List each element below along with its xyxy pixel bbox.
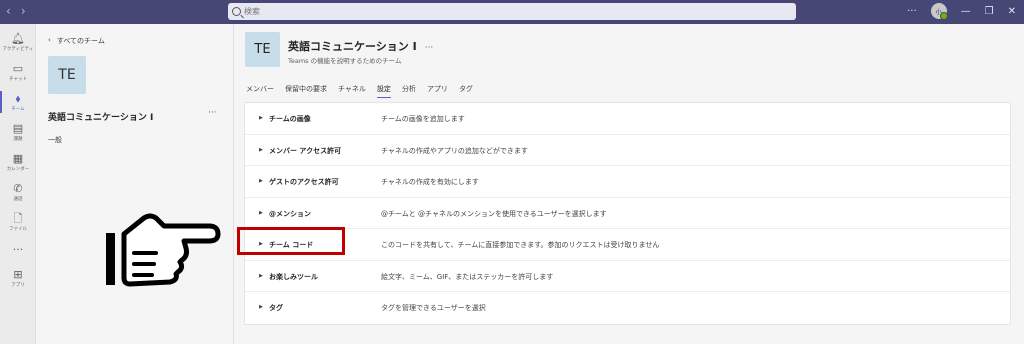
team-more-button[interactable]: ···	[208, 108, 217, 118]
settings-row-mentions[interactable]: ▶ @メンション @チームと @チャネルのメンションを使用できるユーザーを選択し…	[245, 198, 1010, 229]
settings-row-team-code[interactable]: ▶ チーム コード このコードを共有して、チームに直接参加できます。参加のリクエ…	[245, 229, 1010, 261]
caret-right-icon: ▶	[259, 115, 263, 121]
tab-bar: メンバー 保留中の要求 チャネル 設定 分析 アプリ タグ	[246, 84, 473, 98]
settings-row-member-permissions[interactable]: ▶ メンバー アクセス許可 チャネルの作成やアプリの追加などができます	[245, 135, 1010, 166]
settings-label: ゲストのアクセス許可	[269, 178, 339, 186]
title-more-button[interactable]: ···	[425, 43, 434, 53]
team-description: Teams の機能を説明するためのチーム	[288, 57, 402, 65]
settings-desc: チャネルの作成やアプリの追加などができます	[381, 146, 528, 155]
minimize-button[interactable]: —	[961, 6, 971, 17]
settings-label: お楽しみツール	[269, 272, 318, 281]
settings-desc: チームの画像を追加します	[381, 115, 465, 123]
rail-label: 通話	[13, 196, 23, 202]
settings-label: メンバー アクセス許可	[269, 146, 342, 155]
caret-right-icon: ▶	[259, 304, 263, 310]
settings-desc: 絵文字、ミーム、GIF、またはステッカーを許可します	[381, 272, 554, 281]
restore-button[interactable]: ❐	[985, 6, 994, 17]
channel-general[interactable]: 一般	[48, 135, 62, 145]
settings-row-tags[interactable]: ▶ タグ タグを管理できるユーザーを選択	[245, 292, 1010, 324]
back-arrow-icon[interactable]: ‹	[6, 4, 11, 18]
settings-row-team-picture[interactable]: ▶ チームの画像 チームの画像を追加します	[245, 103, 1010, 135]
rail-item-activity[interactable]: 🔔︎ アクティビティ	[0, 28, 36, 56]
tab-pending-requests[interactable]: 保留中の要求	[285, 84, 327, 98]
highlight-box	[237, 227, 345, 255]
search-input[interactable]	[244, 7, 444, 16]
pointing-hand-icon	[106, 213, 221, 287]
team-panel: ‹ すべてのチーム TE 英語コミュニケーション Ⅰ ··· 一般	[36, 24, 234, 344]
main-content: TE 英語コミュニケーション Ⅰ ··· Teams の機能を説明するためのチー…	[234, 24, 1024, 344]
settings-desc: チャネルの作成を有効にします	[381, 178, 479, 186]
calendar-icon: ▦	[12, 151, 24, 165]
rail-item-calls[interactable]: ✆ 通話	[0, 178, 36, 206]
search-icon	[232, 7, 241, 16]
rail-item-teams[interactable]: ⬧ チーム	[0, 88, 36, 116]
history-nav: ‹ ›	[6, 4, 26, 18]
settings-more-button[interactable]: ···	[907, 6, 917, 17]
settings-desc: タグを管理できるユーザーを選択	[381, 304, 486, 312]
phone-icon: ✆	[13, 181, 23, 195]
settings-desc: このコードを共有して、チームに直接参加できます。参加のリクエストは受け取りません	[381, 241, 660, 249]
tab-channels[interactable]: チャネル	[338, 84, 366, 98]
title-bar: ‹ › ··· 小 — ❐ ✕	[0, 0, 1024, 24]
profile-avatar[interactable]: 小	[930, 3, 948, 20]
rail-item-chat[interactable]: ▭ チャット	[0, 58, 36, 86]
tab-tags[interactable]: タグ	[459, 84, 473, 98]
app-rail: 🔔︎ アクティビティ ▭ チャット ⬧ チーム ▤ 課題 ▦ カレンダー ✆ 通…	[0, 24, 36, 344]
close-window-button[interactable]: ✕	[1008, 6, 1016, 17]
team-title: 英語コミュニケーション Ⅰ	[288, 40, 417, 53]
rail-item-more[interactable]: ···	[0, 236, 36, 264]
settings-row-guest-permissions[interactable]: ▶ ゲストのアクセス許可 チャネルの作成を有効にします	[245, 166, 1010, 198]
rail-item-apps[interactable]: ⊞ アプリ	[0, 264, 36, 292]
assignments-icon: ▤	[12, 121, 24, 135]
tab-settings[interactable]: 設定	[376, 84, 391, 98]
chat-icon: ▭	[12, 61, 24, 75]
chevron-left-icon: ‹	[48, 36, 51, 44]
settings-row-fun-stuff[interactable]: ▶ お楽しみツール 絵文字、ミーム、GIF、またはステッカーを許可します	[245, 261, 1010, 292]
caret-right-icon: ▶	[259, 146, 263, 153]
rail-label: ファイル	[9, 226, 27, 232]
page-title: 英語コミュニケーション Ⅰ ···	[288, 38, 433, 54]
rail-label: チーム	[11, 106, 25, 112]
file-icon: 🗋︎	[13, 211, 23, 225]
more-icon: ···	[12, 243, 24, 256]
all-teams-link[interactable]: ‹ すべてのチーム	[48, 36, 105, 46]
settings-list: ▶ チームの画像 チームの画像を追加します ▶ メンバー アクセス許可 チャネル…	[244, 102, 1011, 325]
team-avatar: TE	[48, 56, 86, 94]
teams-icon: ⬧	[15, 91, 21, 105]
rail-item-assignments[interactable]: ▤ 課題	[0, 118, 36, 146]
tab-members[interactable]: メンバー	[246, 84, 274, 98]
rail-label: 課題	[13, 136, 23, 142]
rail-label: カレンダー	[6, 166, 30, 172]
rail-item-files[interactable]: 🗋︎ ファイル	[0, 208, 36, 236]
caret-right-icon: ▶	[259, 209, 263, 216]
rail-item-calendar[interactable]: ▦ カレンダー	[0, 148, 36, 176]
bell-icon: 🔔︎	[11, 31, 25, 45]
search-box[interactable]	[228, 3, 796, 20]
caret-right-icon: ▶	[259, 178, 263, 184]
rail-label: アクティビティ	[2, 46, 34, 52]
rail-label: アプリ	[11, 282, 25, 288]
tab-analytics[interactable]: 分析	[402, 84, 416, 98]
tab-apps[interactable]: アプリ	[427, 84, 448, 98]
all-teams-label: すべてのチーム	[56, 37, 105, 45]
settings-label: チームの画像	[269, 115, 311, 123]
forward-arrow-icon[interactable]: ›	[21, 4, 26, 18]
caret-right-icon: ▶	[259, 272, 263, 279]
settings-label: @メンション	[269, 209, 311, 218]
team-avatar-large: TE	[245, 32, 280, 67]
rail-label: チャット	[9, 76, 27, 82]
team-name[interactable]: 英語コミュニケーション Ⅰ	[48, 110, 153, 123]
settings-label: タグ	[269, 304, 283, 312]
apps-icon: ⊞	[13, 267, 23, 281]
settings-desc: @チームと @チャネルのメンションを使用できるユーザーを選択します	[381, 209, 607, 218]
